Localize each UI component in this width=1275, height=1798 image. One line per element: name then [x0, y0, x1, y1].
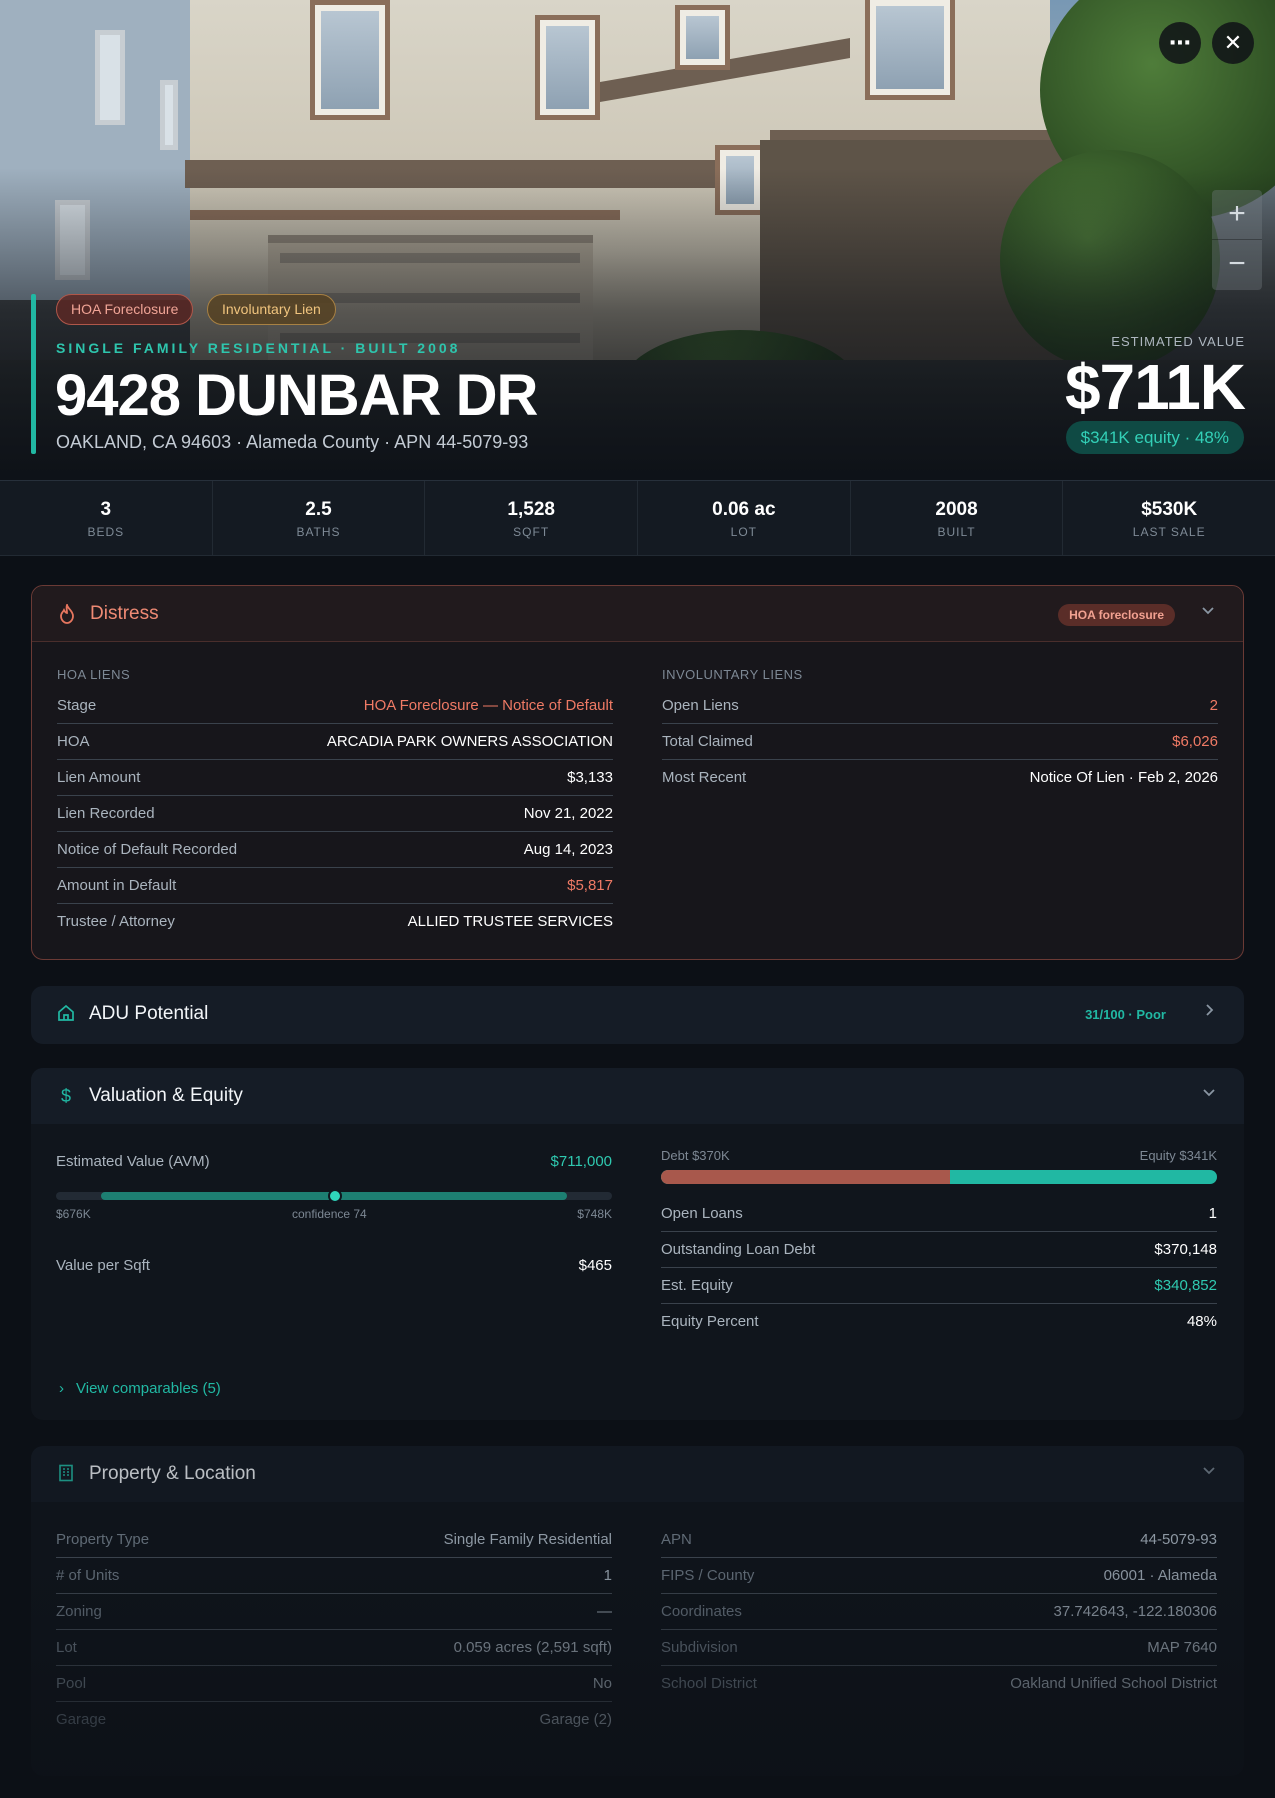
debt-label: Debt $370K: [661, 1148, 730, 1163]
property-title: Property & Location: [89, 1463, 256, 1484]
involuntary-liens-section: INVOLUNTARY LIENS Open Liens 2 Total Clai…: [662, 662, 1218, 796]
kv-row: HOA ARCADIA PARK OWNERS ASSOCIATION: [57, 724, 613, 760]
hoa-liens-label: HOA LIENS: [57, 667, 131, 682]
per-sqft-section: Value per Sqft $465: [56, 1248, 612, 1284]
zoom-out-button[interactable]: −: [1212, 240, 1262, 290]
involuntary-lien-badge: Involuntary Lien: [207, 294, 336, 325]
flame-icon: [57, 602, 77, 624]
kv-row: FIPS / County 06001 · Alameda: [661, 1558, 1217, 1594]
valuation-title: Valuation & Equity: [89, 1085, 243, 1106]
equity-pill: $341K equity · 48%: [1065, 421, 1244, 454]
kv-row: APN 44-5079-93: [661, 1522, 1217, 1558]
estimated-value-label: ESTIMATED VALUE: [1111, 334, 1245, 349]
kv-row: Notice of Default Recorded Aug 14, 2023: [57, 832, 613, 868]
adu-score: 31/100 · Poor: [1085, 1007, 1166, 1022]
stat-sqft: 1,528 SQFT: [425, 481, 639, 555]
kv-row: Most Recent Notice Of Lien · Feb 2, 2026: [662, 769, 1218, 786]
hoa-foreclosure-badge: HOA Foreclosure: [56, 294, 194, 325]
avm-range: $676K confidence 74 $748K: [56, 1207, 612, 1223]
kv-row: Value per Sqft $465: [56, 1257, 612, 1274]
property-card: Property & Location Property Type Single …: [31, 1446, 1244, 1776]
chevron-right-icon[interactable]: [1202, 1003, 1216, 1022]
involuntary-liens-label: INVOLUNTARY LIENS: [662, 667, 803, 682]
chevron-down-icon[interactable]: [1202, 1085, 1216, 1104]
kv-row: Trustee / Attorney ALLIED TRUSTEE SERVICE…: [57, 913, 613, 930]
avm-confidence: confidence 74: [292, 1207, 367, 1221]
valuation-card: $ Valuation & Equity Estimated Value (AV…: [31, 1068, 1244, 1420]
stat-beds: 3 BEDS: [0, 481, 213, 555]
kv-row: Lien Amount $3,133: [57, 760, 613, 796]
building-icon: [56, 1464, 76, 1484]
distress-badge: HOA foreclosure: [1058, 604, 1175, 626]
kv-row: Coordinates 37.742643, -122.180306: [661, 1594, 1217, 1630]
avm-range-low: $676K: [56, 1207, 91, 1221]
avm-range-high: $748K: [577, 1207, 612, 1221]
stat-lot: 0.06 ac LOT: [638, 481, 851, 555]
chevron-down-icon[interactable]: [1202, 1463, 1216, 1482]
distress-title: Distress: [90, 603, 159, 624]
adu-card[interactable]: ADU Potential 31/100 · Poor: [31, 986, 1244, 1044]
view-comparables-link[interactable]: › View comparables (5): [59, 1380, 221, 1397]
kv-row: Stage HOA Foreclosure — Notice of Default: [57, 688, 613, 724]
close-icon: ✕: [1223, 30, 1243, 55]
stat-built: 2008 BUILT: [851, 481, 1064, 555]
stat-baths: 2.5 BATHS: [213, 481, 426, 555]
stats-bar: 3 BEDS 2.5 BATHS 1,528 SQFT 0.06 ac LOT …: [0, 480, 1275, 556]
kv-row: Pool No: [56, 1666, 612, 1702]
avm-confidence-bar: [56, 1189, 612, 1203]
adu-title: ADU Potential: [89, 1003, 209, 1024]
kv-row: Total Claimed $6,026: [662, 724, 1218, 760]
more-options-button[interactable]: ⋯: [1159, 22, 1201, 64]
kv-row: Outstanding Loan Debt $370,148: [661, 1232, 1217, 1268]
debt-fill: [661, 1170, 951, 1184]
kv-row: Lot 0.059 acres (2,591 sqft): [56, 1630, 612, 1666]
avm-marker: [328, 1189, 342, 1203]
avm-section: Estimated Value (AVM) $711,000: [56, 1144, 612, 1180]
property-kicker: SINGLE FAMILY RESIDENTIAL · BUILT 2008: [56, 340, 461, 356]
kv-row: Open Loans 1: [661, 1196, 1217, 1232]
debt-equity-bar: [661, 1170, 1217, 1184]
adu-header[interactable]: ADU Potential 31/100 · Poor: [31, 986, 1244, 1042]
distress-header[interactable]: Distress HOA foreclosure: [32, 586, 1243, 642]
debt-equity-labels: Debt $370K Equity $341K: [661, 1148, 1217, 1166]
dollar-icon: $: [60, 1086, 71, 1106]
distress-card: Distress HOA foreclosure HOA LIENS Stage…: [31, 585, 1244, 960]
kv-row: Open Liens 2: [662, 688, 1218, 724]
property-right-section: APN 44-5079-93 FIPS / County 06001 · Alame…: [661, 1522, 1217, 1702]
kv-row: Subdivision MAP 7640: [661, 1630, 1217, 1666]
kv-row: Est. Equity $340,852: [661, 1268, 1217, 1304]
property-left-section: Property Type Single Family Residential #…: [56, 1522, 612, 1738]
minus-icon: −: [1228, 247, 1246, 280]
valuation-header[interactable]: $ Valuation & Equity: [31, 1068, 1244, 1124]
loan-section: Open Loans 1 Outstanding Loan Debt $370,14…: [661, 1196, 1217, 1340]
kv-row: Equity Percent 48%: [661, 1313, 1217, 1330]
stat-last-sale: $530K LAST SALE: [1132, 499, 1206, 539]
hoa-liens-section: HOA LIENS Stage HOA Foreclosure — Notice …: [57, 662, 613, 940]
property-subline: OAKLAND, CA 94603 · Alameda County · APN…: [56, 432, 529, 452]
close-button[interactable]: ✕: [1212, 22, 1254, 64]
more-icon: ⋯: [1169, 30, 1191, 55]
chevron-down-icon[interactable]: [1201, 603, 1215, 622]
property-header[interactable]: Property & Location: [31, 1446, 1244, 1502]
kv-row: Amount in Default $5,817: [57, 868, 613, 904]
kv-row: Lien Recorded Nov 21, 2022: [57, 796, 613, 832]
kv-row: Garage Garage (2): [56, 1711, 612, 1728]
chevron-right-icon: ›: [59, 1380, 64, 1397]
zoom-in-button[interactable]: +: [1212, 190, 1262, 240]
kv-row: Zoning —: [56, 1594, 612, 1630]
kv-row: # of Units 1: [56, 1558, 612, 1594]
property-address: 9428 DUNBAR DR: [55, 363, 538, 428]
hero-accent-bar: [31, 294, 36, 454]
equity-label: Equity $341K: [1139, 1148, 1217, 1163]
estimated-value: $711K: [1064, 351, 1246, 423]
home-icon: [56, 1004, 76, 1024]
kv-row: Property Type Single Family Residential: [56, 1522, 612, 1558]
kv-row: Estimated Value (AVM) $711,000: [56, 1153, 612, 1170]
plus-icon: +: [1228, 197, 1246, 230]
kv-row: School District Oakland Unified School Di…: [661, 1675, 1217, 1692]
